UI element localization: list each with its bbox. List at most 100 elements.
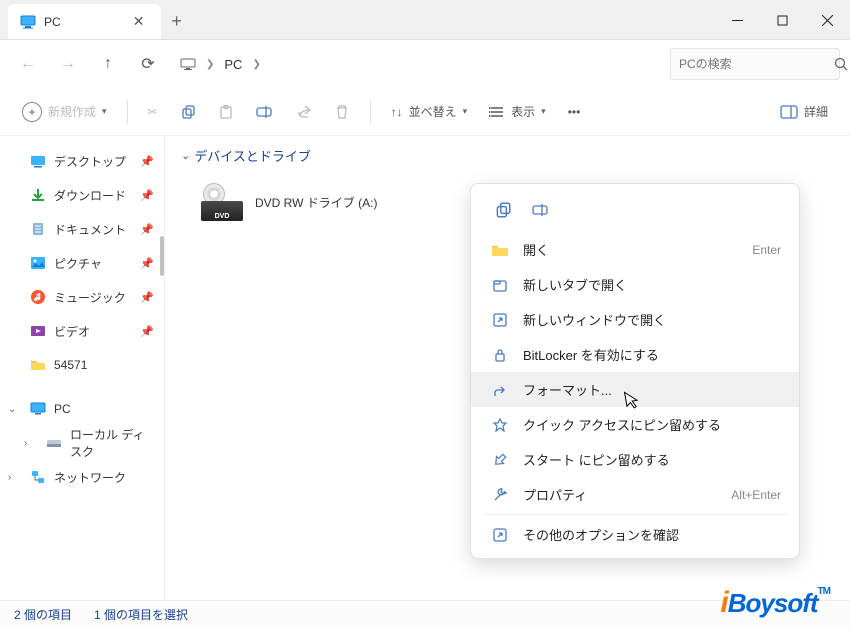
rename-icon: [256, 104, 274, 120]
desktop-icon: [30, 153, 46, 169]
sidebar-label: ミュージック: [54, 289, 126, 306]
pin-icon: 📌: [140, 155, 154, 168]
address-pc[interactable]: PC: [224, 57, 242, 72]
more-options-icon: [491, 526, 509, 544]
search-icon: [834, 57, 848, 71]
new-button[interactable]: + 新規作成 ▾: [14, 96, 115, 128]
dvd-drive-icon: DVD: [201, 183, 243, 221]
sort-label: 並べ替え: [409, 103, 457, 120]
new-tab-button[interactable]: +: [161, 4, 193, 39]
ctx-properties[interactable]: プロパティ Alt+Enter: [471, 477, 799, 512]
nav-forward-button[interactable]: →: [50, 46, 86, 82]
pin-icon: 📌: [140, 223, 154, 236]
ctx-label: 開く: [523, 240, 549, 259]
ctx-open-new-tab[interactable]: 新しいタブで開く: [471, 267, 799, 302]
copy-button[interactable]: [491, 198, 515, 222]
ellipsis-icon: •••: [568, 105, 581, 119]
pin-icon: 📌: [140, 325, 154, 338]
plus-icon: +: [22, 102, 42, 122]
copy-icon: [180, 104, 196, 120]
drive-badge: DVD: [215, 213, 230, 220]
sidebar-item-videos[interactable]: ビデオ📌: [0, 314, 164, 348]
sidebar-label: ネットワーク: [54, 469, 126, 486]
new-window-icon: [491, 311, 509, 329]
sidebar-item-downloads[interactable]: ダウンロード📌: [0, 178, 164, 212]
sort-button[interactable]: ↑↓ 並べ替え ▾: [383, 96, 476, 128]
scrollbar[interactable]: [160, 236, 164, 276]
close-button[interactable]: [805, 0, 850, 40]
sidebar-item-pictures[interactable]: ピクチャ📌: [0, 246, 164, 280]
chevron-down-icon: ▾: [102, 106, 107, 117]
sidebar-item-desktop[interactable]: デスクトップ📌: [0, 144, 164, 178]
nav-refresh-button[interactable]: ⟳: [130, 46, 166, 82]
sidebar-item-network[interactable]: › ネットワーク: [0, 460, 164, 494]
minimize-button[interactable]: [715, 0, 760, 40]
folder-open-icon: [491, 241, 509, 259]
status-selected-count: 1 個の項目を選択: [94, 606, 188, 623]
title-bar: PC ✕ +: [0, 0, 850, 40]
tab-close-button[interactable]: ✕: [129, 12, 149, 32]
nav-back-button[interactable]: ←: [10, 46, 46, 82]
search-box[interactable]: [670, 48, 840, 80]
copy-button[interactable]: [172, 96, 204, 128]
ctx-label: BitLocker を有効にする: [523, 345, 659, 364]
ctx-shortcut: Alt+Enter: [731, 488, 781, 502]
ctx-more-options[interactable]: その他のオプションを確認: [471, 517, 799, 552]
sidebar-item-localdisk[interactable]: ›ローカル ディスク: [0, 426, 164, 460]
sidebar-label: PC: [54, 402, 71, 416]
details-icon: [780, 105, 798, 119]
context-menu: 開く Enter 新しいタブで開く 新しいウィンドウで開く BitLocker …: [470, 183, 800, 559]
pin-icon: [491, 416, 509, 434]
details-pane-button[interactable]: 詳細: [772, 96, 836, 128]
watermark-i: i: [720, 586, 727, 620]
sidebar-item-music[interactable]: ミュージック 📌: [0, 280, 164, 314]
ctx-open[interactable]: 開く Enter: [471, 232, 799, 267]
rename-button[interactable]: [529, 198, 553, 222]
paste-icon: [218, 104, 234, 120]
sidebar-item-pc[interactable]: ⌄PC: [0, 392, 164, 426]
section-header[interactable]: ⌄ デバイスとドライブ: [181, 146, 834, 165]
pin-icon: 📌: [140, 291, 154, 304]
section-title: デバイスとドライブ: [194, 146, 311, 165]
share-button[interactable]: [288, 96, 320, 128]
delete-button[interactable]: [326, 96, 358, 128]
trash-icon: [334, 104, 350, 120]
ctx-bitlocker[interactable]: BitLocker を有効にする: [471, 337, 799, 372]
chevron-down-icon: ▾: [541, 106, 546, 117]
ctx-label: プロパティ: [523, 485, 587, 504]
chevron-right-icon: ›: [8, 472, 11, 483]
ctx-pin-quick-access[interactable]: クイック アクセスにピン留めする: [471, 407, 799, 442]
rename-button[interactable]: [248, 96, 282, 128]
ctx-open-new-window[interactable]: 新しいウィンドウで開く: [471, 302, 799, 337]
drive-label: DVD RW ドライブ (A:): [255, 194, 377, 211]
ctx-label: スタート にピン留めする: [523, 450, 670, 469]
paste-button[interactable]: [210, 96, 242, 128]
network-icon: [30, 469, 46, 485]
sidebar-item-documents[interactable]: ドキュメント📌: [0, 212, 164, 246]
cut-button[interactable]: ✂: [140, 96, 166, 128]
more-button[interactable]: •••: [560, 96, 589, 128]
watermark: iBoysoftTM: [720, 586, 830, 620]
pin-icon: 📌: [140, 257, 154, 270]
sidebar-label: ダウンロード: [54, 187, 126, 204]
watermark-tm: TM: [818, 586, 830, 597]
address-bar[interactable]: ❯ PC ❯: [180, 56, 666, 72]
search-input[interactable]: [679, 57, 834, 71]
sidebar-item-folder[interactable]: 54571: [0, 348, 164, 382]
watermark-text: Boysoft: [728, 588, 818, 619]
ctx-label: クイック アクセスにピン留めする: [523, 415, 721, 434]
ctx-label: 新しいタブで開く: [523, 275, 627, 294]
view-button[interactable]: 表示 ▾: [481, 96, 554, 128]
nav-up-button[interactable]: ↑: [90, 46, 126, 82]
folder-icon: [30, 357, 46, 373]
navigation-bar: ← → ↑ ⟳ ❯ PC ❯: [0, 40, 850, 88]
tab-title: PC: [44, 15, 121, 29]
ctx-pin-start[interactable]: スタート にピン留めする: [471, 442, 799, 477]
chevron-right-icon: ❯: [206, 59, 214, 70]
ctx-label: 新しいウィンドウで開く: [523, 310, 666, 329]
window-controls: [715, 0, 850, 39]
new-tab-icon: [491, 276, 509, 294]
browser-tab[interactable]: PC ✕: [8, 4, 161, 39]
sidebar: デスクトップ📌 ダウンロード📌 ドキュメント📌 ピクチャ📌 ミュージック📌 ビデ…: [0, 136, 165, 600]
maximize-button[interactable]: [760, 0, 805, 40]
